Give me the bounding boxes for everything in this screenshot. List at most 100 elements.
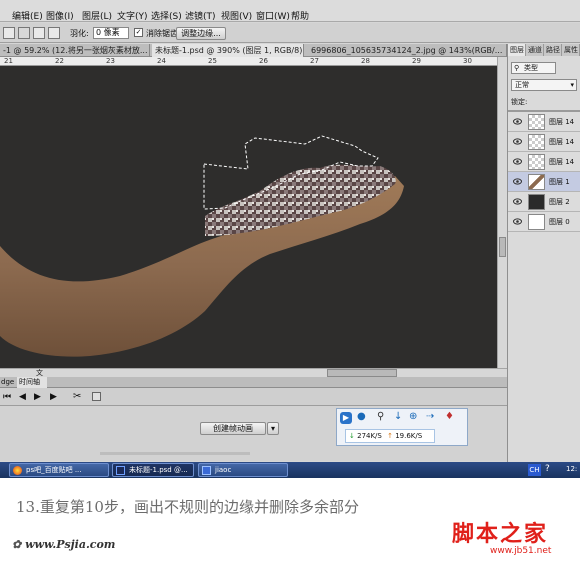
vertical-scrollbar[interactable]: [497, 57, 507, 368]
first-frame-icon[interactable]: ⏮: [3, 392, 11, 402]
taskbar: ps吧_百度贴吧 ... 未标题-1.psd @... jiaoc CH ? 1…: [0, 462, 580, 478]
tab-document-1[interactable]: -1 @ 59.2% (12.将另一张烟灰素材放...: [0, 44, 150, 57]
new-selection-icon[interactable]: [3, 27, 15, 39]
menu-layer[interactable]: 图层(L): [82, 9, 112, 22]
layer-thumbnail: [528, 114, 545, 130]
scissors-icon[interactable]: ✂: [73, 391, 81, 402]
tab-paths[interactable]: 路径: [544, 44, 562, 56]
vertical-scroll-thumb[interactable]: [499, 237, 506, 257]
help-icon[interactable]: ?: [545, 464, 550, 474]
ruler-tick: 30: [463, 57, 472, 65]
upload-speed: 19.6K/S: [395, 432, 423, 440]
layer-name: 图层 1: [549, 178, 570, 186]
download-icon[interactable]: ↓: [394, 411, 402, 422]
lock-label: 锁定:: [511, 98, 528, 106]
tab-document-3[interactable]: 6996806_105635734124_2.jpg @ 143%(RGB/..…: [308, 44, 507, 57]
layer-row[interactable]: 图层 14: [508, 112, 580, 132]
tab-document-2[interactable]: 未标题-1.psd @ 390% (图层 1, RGB/8) *: [152, 44, 304, 57]
tab-timeline[interactable]: 时间轴: [17, 377, 47, 388]
menu-view[interactable]: 视图(V): [221, 9, 252, 22]
menu-window[interactable]: 窗口(W): [256, 9, 290, 22]
ruler-tick: 29: [412, 57, 421, 65]
photoshop-icon: [116, 466, 125, 475]
arrow-icon[interactable]: ⇢: [426, 411, 434, 422]
user-icon[interactable]: ●: [357, 411, 366, 422]
layer-row[interactable]: 图层 14: [508, 152, 580, 172]
menu-help[interactable]: 帮助: [291, 9, 309, 22]
transition-icon[interactable]: [92, 392, 101, 401]
tab-properties[interactable]: 属性: [562, 44, 580, 56]
timeline-zoom-track[interactable]: [100, 452, 250, 455]
layer-row-selected[interactable]: 图层 1: [508, 172, 580, 192]
layer-name: 图层 0: [549, 218, 570, 226]
antialias-checkbox[interactable]: ✓: [134, 28, 143, 37]
taskbar-label: ps吧_百度贴吧 ...: [26, 466, 82, 474]
refine-edge-button[interactable]: 调整边缘...: [176, 27, 226, 40]
timeline-controls: ⏮ ◀ ▶ ▶ ✂: [0, 388, 507, 406]
layer-row[interactable]: 图层 0: [508, 212, 580, 232]
taskbar-item-active[interactable]: 未标题-1.psd @...: [112, 463, 194, 477]
layer-thumbnail: [528, 194, 545, 210]
timeline-tabs: dge 时间轴: [0, 377, 507, 388]
eye-icon[interactable]: [513, 158, 522, 165]
browser-icon: [13, 466, 22, 475]
layer-row[interactable]: 图层 2: [508, 192, 580, 212]
antialias-label: 消除锯齿: [146, 29, 178, 38]
blend-mode-select[interactable]: 正常 ▾: [511, 79, 577, 91]
ruler-tick: 25: [208, 57, 217, 65]
watermark-jb51-url: www.jb51.net: [490, 546, 552, 556]
eye-icon[interactable]: [513, 118, 522, 125]
horizontal-scroll-thumb[interactable]: [327, 369, 397, 377]
menu-filter[interactable]: 滤镜(T): [185, 9, 216, 22]
eye-icon[interactable]: [513, 198, 522, 205]
layer-name: 图层 14: [549, 118, 575, 126]
taskbar-item[interactable]: jiaoc: [198, 463, 288, 477]
horizontal-scrollbar[interactable]: [97, 368, 507, 377]
next-frame-icon[interactable]: ▶: [50, 392, 57, 402]
tutorial-caption-area: 13.重复第10步，画出不规则的边缘并删除多余部分 ✿ www.Psjia.co…: [0, 478, 580, 565]
eye-icon[interactable]: [513, 218, 522, 225]
search-icon[interactable]: ⚲: [377, 411, 384, 422]
pin-icon[interactable]: ♦: [445, 411, 454, 422]
language-indicator[interactable]: CH: [528, 464, 541, 476]
menu-type[interactable]: 文字(Y): [117, 9, 148, 22]
ruler-tick: 28: [361, 57, 370, 65]
prev-frame-icon[interactable]: ◀: [19, 392, 26, 402]
step-caption: 13.重复第10步，画出不规则的边缘并删除多余部分: [16, 498, 359, 516]
taskbar-label: jiaoc: [215, 466, 232, 474]
lock-icon[interactable]: ⊕: [409, 411, 417, 422]
watermark-psjia: ✿ www.Psjia.com: [12, 538, 115, 551]
tab-layers[interactable]: 图层: [508, 44, 526, 56]
tab-edge[interactable]: dge: [0, 377, 16, 388]
menu-image[interactable]: 图像(I): [46, 9, 74, 22]
status-bar: 文档:2.26M/8.56M: [0, 368, 97, 386]
ruler-tick: 26: [259, 57, 268, 65]
eye-icon[interactable]: [513, 138, 522, 145]
subtract-selection-icon[interactable]: [33, 27, 45, 39]
feather-input[interactable]: 0 像素: [93, 27, 129, 39]
layer-thumbnail: [528, 134, 545, 150]
window-icon: [202, 466, 211, 475]
clock: 12:: [566, 465, 578, 473]
chevron-down-icon[interactable]: ▾: [267, 422, 279, 435]
add-selection-icon[interactable]: [18, 27, 30, 39]
menu-select[interactable]: 选择(S): [151, 9, 182, 22]
layer-row[interactable]: 图层 14: [508, 132, 580, 152]
eye-icon[interactable]: [513, 178, 522, 185]
play-icon[interactable]: ▶: [34, 392, 41, 402]
taskbar-label: 未标题-1.psd @...: [129, 466, 188, 474]
document-canvas[interactable]: [0, 66, 497, 368]
intersect-selection-icon[interactable]: [48, 27, 60, 39]
menu-edit[interactable]: 编辑(E): [12, 9, 43, 22]
tab-channels[interactable]: 通道: [526, 44, 544, 56]
create-frame-animation-button[interactable]: 创建帧动画: [200, 422, 266, 435]
horizontal-ruler: 21 22 23 24 25 26 27 28 29 30: [0, 57, 507, 66]
watermark-jb51-logo: 脚本之家: [452, 521, 549, 547]
play-icon[interactable]: ▶: [340, 412, 352, 424]
search-icon: ⚲: [514, 64, 520, 72]
ruler-tick: 21: [4, 57, 13, 65]
layer-thumbnail: [528, 154, 545, 170]
layer-filter-select[interactable]: ⚲ 类型: [511, 62, 556, 74]
floating-toolbar: ▶ ● ⚲ ↓ ⊕ ⇢ ♦ ↓ 274K/S ↑ 19.6K/S: [336, 408, 468, 446]
taskbar-item[interactable]: ps吧_百度贴吧 ...: [9, 463, 109, 477]
